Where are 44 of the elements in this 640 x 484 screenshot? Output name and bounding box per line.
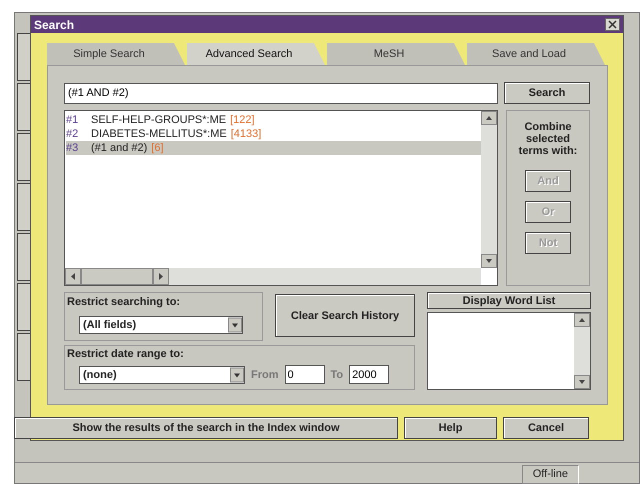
tab[interactable]: Simple Search bbox=[47, 43, 185, 65]
scroll-up-icon[interactable] bbox=[574, 313, 590, 327]
from-label: From bbox=[251, 368, 278, 380]
scroll-left-icon[interactable] bbox=[65, 268, 81, 285]
dialog-button[interactable]: Help bbox=[404, 417, 497, 439]
to-field[interactable]: 2000 bbox=[349, 365, 390, 384]
history-item[interactable]: #1 SELF-HELP-GROUPS*:ME [122] bbox=[66, 113, 481, 127]
display-word-list-button[interactable]: Display Word List bbox=[427, 292, 591, 309]
scroll-up-icon[interactable] bbox=[481, 111, 497, 125]
from-field[interactable]: 0 bbox=[284, 365, 324, 384]
group-label: Restrict date range to: bbox=[67, 348, 185, 360]
scroll-down-icon[interactable] bbox=[481, 254, 497, 268]
dialog-button[interactable]: Cancel bbox=[503, 417, 589, 439]
history-item[interactable]: #2 DIABETES-MELLITUS*:ME [4133] bbox=[66, 127, 481, 141]
toolbar-button[interactable] bbox=[17, 133, 31, 181]
close-icon bbox=[608, 20, 617, 29]
date-dropdown[interactable]: (none) bbox=[79, 366, 245, 384]
scrollbar-thumb[interactable] bbox=[81, 268, 153, 285]
tab[interactable]: Advanced Search bbox=[187, 43, 325, 65]
dialog-button[interactable]: Show the results of the search in the Index window bbox=[14, 417, 398, 439]
toolbar-button[interactable] bbox=[17, 83, 31, 131]
vertical-scrollbar[interactable] bbox=[481, 111, 497, 268]
scroll-right-icon[interactable] bbox=[153, 268, 169, 285]
search-field[interactable]: (#1 AND #2) bbox=[64, 82, 498, 104]
tab[interactable]: Save and Load bbox=[467, 43, 605, 65]
connection-status: Off-line bbox=[522, 465, 579, 484]
toolbar-button[interactable] bbox=[17, 233, 31, 281]
tab[interactable]: MeSH bbox=[327, 43, 465, 65]
group-label: Restrict searching to: bbox=[67, 296, 182, 308]
fields-dropdown[interactable]: (All fields) bbox=[79, 316, 243, 334]
vertical-scrollbar[interactable] bbox=[574, 313, 590, 389]
to-label: To bbox=[330, 368, 344, 380]
close-button[interactable] bbox=[605, 18, 620, 31]
window-title: Search bbox=[34, 18, 74, 32]
toolbar-button[interactable] bbox=[17, 183, 31, 231]
search-button[interactable]: Search bbox=[504, 82, 590, 104]
toolbar-button[interactable] bbox=[17, 283, 31, 331]
toolbar-button[interactable] bbox=[17, 33, 31, 81]
scroll-down-icon[interactable] bbox=[574, 375, 590, 389]
history-item[interactable]: #3 (#1 and #2) [6] bbox=[66, 141, 481, 155]
toolbar-button[interactable] bbox=[17, 333, 31, 381]
clear-history-button[interactable]: Clear Search History bbox=[275, 294, 415, 337]
combine-label: Combine selected terms with: bbox=[518, 121, 578, 157]
horizontal-scrollbar[interactable] bbox=[65, 268, 481, 285]
